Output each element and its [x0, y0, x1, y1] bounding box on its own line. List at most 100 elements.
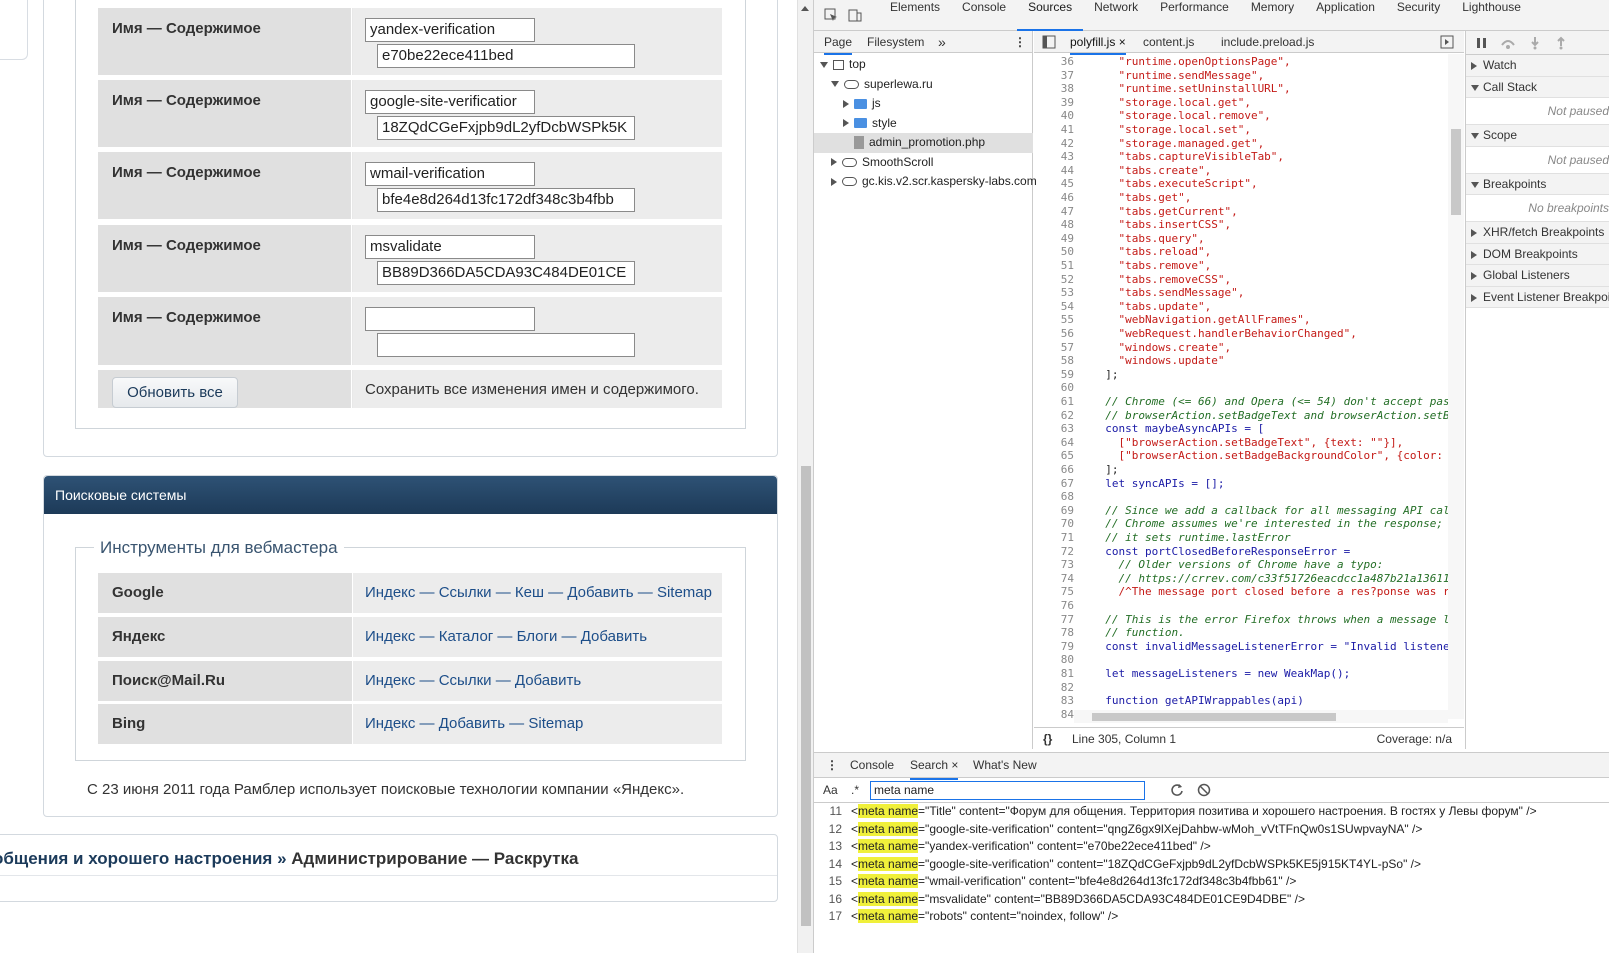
regex-toggle[interactable]: .* — [851, 783, 859, 797]
update-all-button[interactable]: Обновить все — [112, 377, 238, 408]
tab-memory[interactable]: Memory — [1240, 0, 1305, 31]
search-result-row[interactable]: 12 <meta name="google-site-verification" … — [814, 821, 1609, 839]
meta-name-input[interactable]: google-site-verificatior — [365, 90, 535, 114]
meta-content-input[interactable]: BB89D366DA5CDA93C484DE01CE — [377, 261, 635, 285]
pretty-print-icon[interactable]: {} — [1043, 728, 1052, 750]
step-out-icon[interactable] — [1556, 36, 1566, 50]
match-case-toggle[interactable]: Aa — [823, 783, 838, 797]
scrollbar-thumb[interactable] — [801, 466, 811, 926]
line-number[interactable]: 62 — [1034, 409, 1074, 422]
drawer-tab-console[interactable]: Console — [850, 753, 894, 778]
tree-node-domain[interactable]: gc.kis.v2.scr.kaspersky-labs.com — [814, 172, 1037, 192]
line-number[interactable]: 71 — [1034, 531, 1074, 544]
tree-node-domain[interactable]: SmoothScroll — [814, 153, 1033, 173]
breadcrumb-link[interactable]: общения и хорошего настроения — [0, 849, 272, 868]
more-tabs-icon[interactable]: » — [938, 31, 946, 53]
nav-tab-page[interactable]: Page — [824, 31, 853, 55]
line-number[interactable]: 78 — [1034, 626, 1074, 639]
step-over-icon[interactable] — [1500, 36, 1516, 50]
clear-icon[interactable] — [1197, 783, 1211, 797]
step-into-icon[interactable] — [1530, 36, 1540, 50]
search-result-row[interactable]: 16 <meta name="msvalidate" content="BB89D… — [814, 891, 1609, 909]
search-result-row[interactable]: 11 <meta name="Title" content="Форум для … — [814, 803, 1609, 821]
meta-name-input[interactable]: wmail-verification — [365, 162, 535, 186]
search-result-row[interactable]: 15 <meta name="wmail-verification" conten… — [814, 873, 1609, 891]
scrollbar-thumb[interactable] — [1451, 129, 1461, 215]
page-scrollbar[interactable] — [797, 0, 813, 953]
tab-performance[interactable]: Performance — [1149, 0, 1240, 31]
line-number[interactable]: 46 — [1034, 191, 1074, 204]
drawer-tab-whats-new[interactable]: What's New — [973, 753, 1037, 778]
line-number[interactable]: 53 — [1034, 286, 1074, 299]
line-number[interactable]: 60 — [1034, 381, 1074, 394]
line-number[interactable]: 79 — [1034, 640, 1074, 653]
pane-watch[interactable]: Watch — [1466, 55, 1609, 77]
line-number[interactable]: 74 — [1034, 572, 1074, 585]
line-number[interactable]: 58 — [1034, 354, 1074, 367]
engine-links[interactable]: Индекс — Ссылки — Добавить — [353, 661, 722, 701]
tab-network[interactable]: Network — [1083, 0, 1149, 31]
line-number[interactable]: 43 — [1034, 150, 1074, 163]
tab-sources[interactable]: Sources — [1017, 0, 1084, 31]
line-number[interactable]: 37 — [1034, 69, 1074, 82]
editor-tab-content[interactable]: content.js — [1143, 31, 1194, 53]
line-number[interactable]: 63 — [1034, 422, 1074, 435]
engine-links[interactable]: Индекс — Каталог — Блоги — Добавить — [353, 617, 722, 657]
close-tab-icon[interactable]: × — [951, 758, 958, 772]
meta-name-input[interactable]: msvalidate — [365, 235, 535, 259]
search-result-row[interactable]: 17 <meta name="robots" content="noindex, … — [814, 908, 1609, 926]
line-number[interactable]: 83 — [1034, 694, 1074, 707]
meta-name-input[interactable]: yandex-verification — [365, 18, 535, 42]
tree-node-domain[interactable]: superlewa.ru — [814, 75, 1033, 95]
line-number[interactable]: 38 — [1034, 82, 1074, 95]
search-result-row[interactable]: 13 <meta name="yandex-verification" conte… — [814, 838, 1609, 856]
tree-node-folder[interactable]: style — [814, 114, 1033, 134]
line-number[interactable]: 67 — [1034, 477, 1074, 490]
pane-global-listeners[interactable]: Global Listeners — [1466, 265, 1609, 287]
search-input[interactable]: meta name — [870, 781, 1145, 800]
line-number[interactable]: 84 — [1034, 708, 1074, 719]
inspect-element-icon[interactable] — [824, 8, 838, 22]
line-number[interactable]: 75 — [1034, 585, 1074, 598]
line-number[interactable]: 39 — [1034, 96, 1074, 109]
line-number[interactable]: 52 — [1034, 273, 1074, 286]
pane-breakpoints[interactable]: Breakpoints — [1466, 173, 1609, 195]
scroll-up-arrow-icon[interactable] — [801, 6, 809, 11]
line-number[interactable]: 54 — [1034, 300, 1074, 313]
line-number[interactable]: 41 — [1034, 123, 1074, 136]
line-number[interactable]: 59 — [1034, 368, 1074, 381]
code-view[interactable]: 36 "runtime.openOptionsPage", 37 "runtime… — [1034, 54, 1448, 719]
line-number[interactable]: 61 — [1034, 395, 1074, 408]
line-number[interactable]: 64 — [1034, 436, 1074, 449]
line-number[interactable]: 49 — [1034, 232, 1074, 245]
line-number[interactable]: 42 — [1034, 137, 1074, 150]
tab-application[interactable]: Application — [1305, 0, 1386, 31]
meta-name-input[interactable] — [365, 307, 535, 331]
line-number[interactable]: 56 — [1034, 327, 1074, 340]
line-number[interactable]: 73 — [1034, 558, 1074, 571]
meta-content-input[interactable]: bfe4e8d264d13fc172df348c3b4fbb — [377, 188, 635, 212]
line-number[interactable]: 48 — [1034, 218, 1074, 231]
editor-tab-polyfill[interactable]: polyfill.js × — [1070, 31, 1126, 55]
line-number[interactable]: 40 — [1034, 109, 1074, 122]
tree-node-top[interactable]: top — [814, 55, 1033, 75]
tab-security[interactable]: Security — [1386, 0, 1451, 31]
pane-dom-breakpoints[interactable]: DOM Breakpoints — [1466, 243, 1609, 265]
line-number[interactable]: 81 — [1034, 667, 1074, 680]
line-number[interactable]: 51 — [1034, 259, 1074, 272]
editor-h-scrollbar[interactable] — [1074, 710, 1448, 723]
engine-links[interactable]: Индекс — Добавить — Sitemap — [353, 704, 722, 744]
pane-event-listener-breakpoints[interactable]: Event Listener Breakpoints — [1466, 286, 1609, 308]
line-number[interactable]: 80 — [1034, 653, 1074, 666]
device-toolbar-icon[interactable] — [848, 8, 862, 22]
tree-node-folder[interactable]: js — [814, 94, 1033, 114]
line-number[interactable]: 76 — [1034, 599, 1074, 612]
meta-content-input[interactable]: e70be22ece411bed — [377, 44, 635, 68]
scrollbar-thumb[interactable] — [1092, 713, 1336, 721]
line-number[interactable]: 77 — [1034, 613, 1074, 626]
toggle-navigator-icon[interactable] — [1042, 35, 1056, 49]
line-number[interactable]: 36 — [1034, 55, 1074, 68]
toggle-debugger-icon[interactable] — [1440, 35, 1454, 49]
line-number[interactable]: 82 — [1034, 681, 1074, 694]
meta-content-input[interactable] — [377, 333, 635, 357]
